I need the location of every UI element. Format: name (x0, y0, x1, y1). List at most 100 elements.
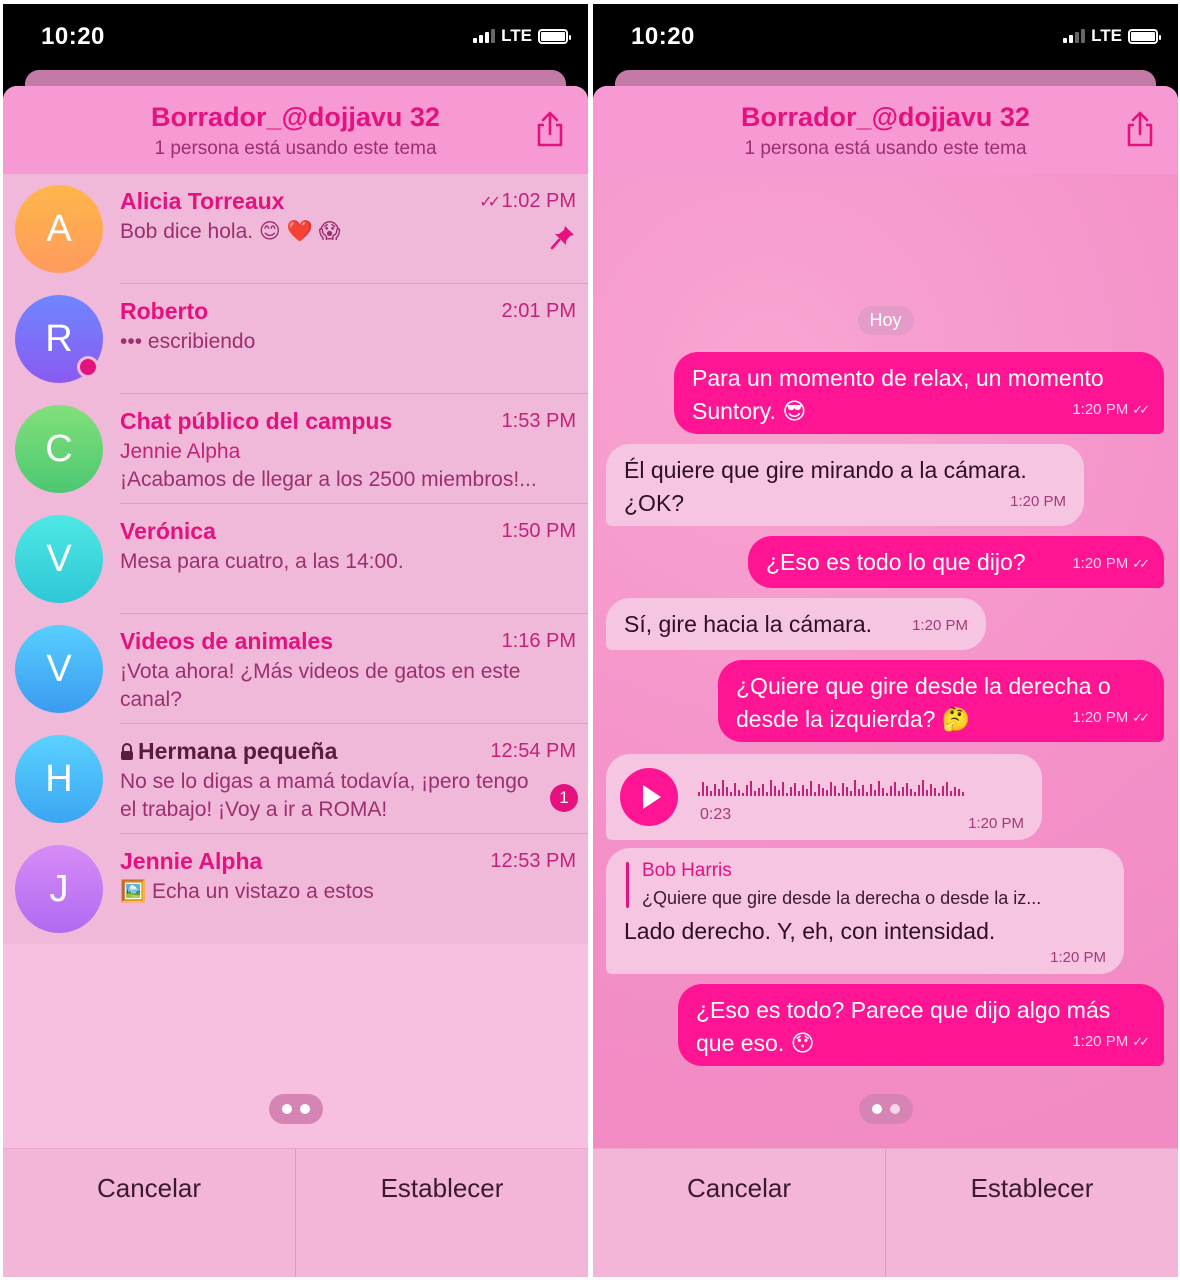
waveform-bar (750, 781, 752, 796)
waveform-bar (922, 780, 924, 796)
waveform-bar (930, 784, 932, 796)
cancel-button[interactable]: Cancelar (593, 1149, 885, 1277)
date-separator: Hoy (857, 306, 914, 335)
waveform-bar (734, 783, 736, 796)
chat-sender: Jennie Alpha (120, 440, 241, 463)
theme-header: Borrador_@dojjavu 32 1 persona está usan… (3, 86, 588, 174)
waveform-bar (794, 783, 796, 796)
waveform-bar (926, 790, 928, 796)
avatar: A (15, 185, 103, 273)
waveform-bar (866, 792, 868, 796)
waveform-bar (786, 793, 788, 796)
page-indicator[interactable] (268, 1094, 323, 1124)
waveform-bar (942, 786, 944, 796)
share-icon[interactable] (534, 110, 566, 148)
message-meta: 1:20 PM ✓✓ (1072, 701, 1150, 734)
phone-left: 10:20 LTE Borrador_@dojjavu 32 1 persona… (3, 4, 588, 1277)
waveform (698, 778, 1038, 796)
chat-name: Chat público del campus (120, 408, 393, 434)
message-meta: 1:20 PM ✓✓ (1072, 1025, 1150, 1058)
outgoing-message[interactable]: ¿Quiere que gire desde la derecha o desd… (718, 660, 1164, 742)
read-checkmarks-icon: ✓✓ (1132, 710, 1150, 725)
waveform-bar (890, 786, 892, 796)
message-time: 1:20 PM (1072, 709, 1129, 726)
chat-preview: 🖼️ Echa un vistazo a estos (120, 880, 374, 903)
message-text: ¿Eso es todo? Parece que dijo algo más q… (696, 997, 1111, 1056)
read-checkmarks-icon: ✓✓ (479, 194, 501, 211)
set-button[interactable]: Establecer (885, 1149, 1178, 1277)
message-time: 1:20 PM (912, 617, 968, 634)
cancel-button[interactable]: Cancelar (3, 1149, 295, 1277)
signal-icon (1063, 29, 1086, 43)
reply-quote: ¿Quiere que gire desde la derecha o desd… (642, 888, 1042, 908)
waveform-bar (730, 792, 732, 796)
waveform-bar (742, 793, 744, 796)
network-label: LTE (501, 26, 532, 45)
chat-time: 1:16 PM (501, 630, 576, 652)
chat-row[interactable]: V Videos de animales 1:16 PM ¡Vota ahora… (3, 614, 588, 724)
message-time: 1:20 PM (1010, 493, 1066, 510)
chat-row[interactable]: H Hermana pequeña 12:54 PM No se lo diga… (3, 724, 588, 834)
chat-area: Hoy Para un momento de relax, un momento… (593, 174, 1178, 1148)
reply-quote-bar (626, 862, 629, 908)
waveform-bar (834, 786, 836, 796)
chat-row[interactable]: J Jennie Alpha 12:53 PM 🖼️ Echa un vista… (3, 834, 588, 944)
waveform-bar (766, 792, 768, 796)
waveform-bar (778, 790, 780, 796)
chat-list: A Alicia Torreaux ✓✓ 1:02 PM Bob dice ho… (3, 174, 588, 944)
set-button[interactable]: Establecer (295, 1149, 588, 1277)
online-indicator (77, 356, 99, 378)
waveform-bar (822, 788, 824, 796)
message-meta: 1:20 PM ✓✓ (1072, 393, 1150, 426)
outgoing-message[interactable]: ¿Eso es todo lo que dijo? 1:20 PM ✓✓ (748, 536, 1164, 588)
chat-row[interactable]: A Alicia Torreaux ✓✓ 1:02 PM Bob dice ho… (3, 174, 588, 284)
waveform-bar (814, 792, 816, 796)
page-indicator[interactable] (858, 1094, 913, 1124)
waveform-bar (958, 789, 960, 796)
phone-right: 10:20 LTE Borrador_@dojjavu 32 1 persona… (593, 4, 1178, 1277)
incoming-message[interactable]: Sí, gire hacia la cámara. 1:20 PM (606, 598, 986, 650)
waveform-bar (874, 790, 876, 796)
outgoing-message[interactable]: Para un momento de relax, un momento Sun… (674, 352, 1164, 434)
waveform-bar (918, 785, 920, 796)
message-time: 1:20 PM (1050, 949, 1106, 966)
bottom-bar: Cancelar Establecer (3, 1148, 588, 1277)
chat-row[interactable]: V Verónica 1:50 PM Mesa para cuatro, a l… (3, 504, 588, 614)
message-meta: 1:20 PM ✓✓ (1072, 547, 1150, 580)
lock-icon (121, 743, 133, 760)
voice-message[interactable]: 0:23 1:20 PM (606, 754, 1042, 840)
network-label: LTE (1091, 26, 1122, 45)
message-text: Para un momento de relax, un momento Sun… (692, 365, 1104, 424)
chat-time: 1:02 PM (501, 190, 576, 212)
chat-name: Roberto (120, 298, 209, 324)
message-text: Sí, gire hacia la cámara. (624, 611, 873, 637)
message-time: 1:20 PM (968, 815, 1024, 832)
play-icon[interactable] (620, 768, 678, 826)
waveform-bar (746, 785, 748, 796)
reply-message[interactable]: Bob Harris ¿Quiere que gire desde la der… (606, 848, 1124, 974)
chat-preview: ¡Vota ahora! ¿Más videos de gatos en est… (120, 660, 521, 711)
waveform-bar (714, 784, 716, 796)
waveform-bar (782, 782, 784, 796)
waveform-bar (754, 791, 756, 796)
chat-row[interactable]: C Chat público del campus 1:53 PM Jennie… (3, 394, 588, 504)
incoming-message[interactable]: Él quiere que gire mirando a la cámara. … (606, 444, 1084, 526)
waveform-bar (802, 785, 804, 796)
message-time: 1:20 PM (1072, 401, 1129, 418)
waveform-bar (810, 781, 812, 796)
waveform-bar (898, 791, 900, 796)
chat-row[interactable]: R Roberto 2:01 PM ••• escribiendo (3, 284, 588, 394)
chat-name: Videos de animales (120, 628, 334, 654)
share-icon[interactable] (1124, 110, 1156, 148)
outgoing-message[interactable]: ¿Eso es todo? Parece que dijo algo más q… (678, 984, 1164, 1066)
waveform-bar (790, 787, 792, 796)
read-checkmarks-icon: ✓✓ (1132, 556, 1150, 571)
waveform-bar (762, 784, 764, 796)
waveform-bar (910, 789, 912, 796)
waveform-bar (954, 787, 956, 796)
waveform-bar (938, 793, 940, 796)
waveform-bar (698, 792, 700, 796)
waveform-bar (702, 782, 704, 796)
message-text: ¿Eso es todo lo que dijo? (766, 549, 1026, 575)
chat-preview: No se lo digas a mamá todavía, ¡pero ten… (120, 770, 529, 821)
